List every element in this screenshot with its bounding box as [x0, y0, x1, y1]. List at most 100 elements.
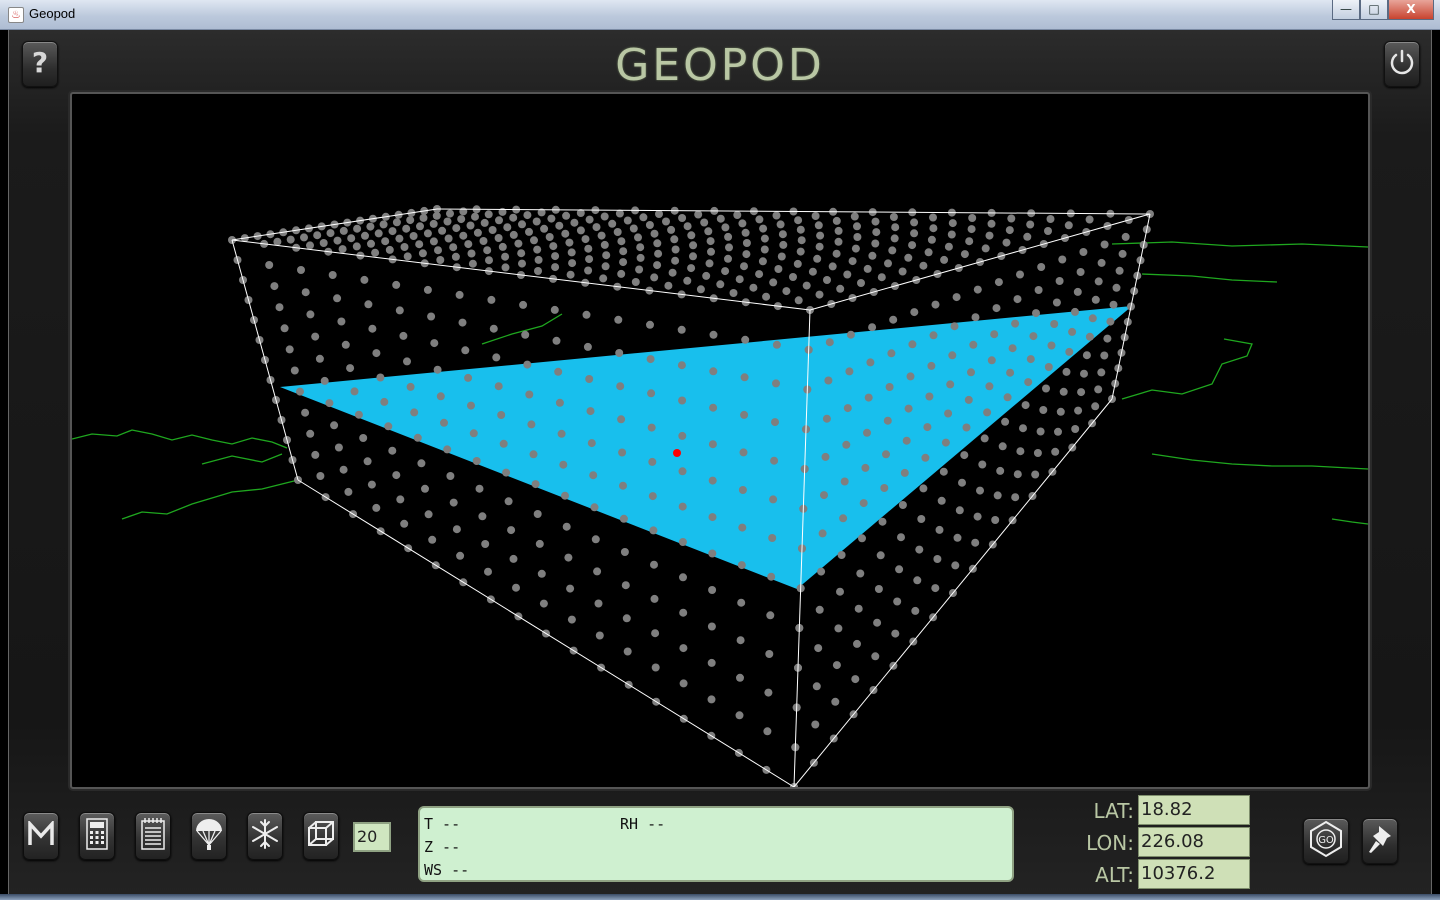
grid-point [631, 278, 640, 286]
grid-point [306, 241, 314, 250]
close-button[interactable]: X [1388, 0, 1434, 20]
menu-button[interactable] [23, 812, 59, 860]
lon-label: LON: [1086, 831, 1134, 855]
grid-point [403, 252, 412, 261]
calculator-button[interactable] [79, 812, 115, 860]
grid-point [499, 439, 508, 448]
grid-point [354, 410, 363, 419]
maximize-button[interactable]: □ [1360, 0, 1388, 20]
grid-point [585, 255, 594, 264]
grid-point [456, 551, 465, 560]
grid-point [891, 223, 900, 232]
grid-point [721, 267, 730, 276]
notepad-button[interactable] [135, 812, 171, 860]
grid-point [1058, 255, 1067, 264]
grid-point [1013, 295, 1022, 304]
grid-point [904, 253, 913, 262]
grid-point [585, 375, 594, 383]
grid-point [461, 346, 470, 355]
grid-point [564, 553, 573, 562]
grid-point [906, 372, 915, 381]
grid-point [941, 438, 950, 447]
grid-point [485, 256, 493, 265]
grid-point [518, 259, 526, 268]
power-icon [1388, 48, 1416, 80]
snowflake-icon [249, 818, 281, 854]
grid-point [944, 409, 953, 418]
grid-point [917, 515, 926, 523]
grid-point [947, 230, 956, 239]
grid-point [584, 266, 593, 275]
grid-point [1073, 287, 1082, 296]
3d-viewport[interactable] [70, 92, 1370, 789]
dropsonde-button[interactable] [191, 812, 227, 860]
grid-point [1115, 266, 1124, 275]
grid-point [985, 231, 994, 240]
grid-point [521, 330, 530, 339]
grid-point [910, 308, 919, 317]
level-input[interactable]: 20 [353, 822, 391, 852]
grid-point [868, 251, 877, 260]
lon-field[interactable]: 226.08 [1138, 827, 1250, 857]
pin-button[interactable] [1362, 818, 1398, 864]
grid-point [403, 357, 411, 366]
grid-point [716, 214, 725, 223]
grid-point [280, 324, 289, 333]
grid-point [617, 415, 626, 424]
grid-point [646, 320, 654, 329]
help-button[interactable]: ? [22, 41, 58, 87]
go-button[interactable]: GO [1303, 818, 1349, 864]
grid-point [1071, 307, 1079, 316]
grid-point [1076, 268, 1085, 276]
grid-point [473, 228, 482, 237]
grid-point [724, 254, 732, 263]
grid-point [555, 221, 564, 230]
grid-point [270, 282, 279, 291]
grid-point [678, 431, 687, 440]
grid-point [1094, 385, 1103, 394]
grid-point [678, 214, 687, 222]
grid-point [655, 210, 663, 218]
grid-point [1011, 493, 1020, 502]
grid-point [509, 213, 518, 222]
grid-point [738, 219, 747, 228]
grid-point [962, 423, 971, 432]
grid-point [537, 569, 546, 578]
grid-point [965, 237, 974, 246]
notepad-icon [140, 817, 166, 855]
grid-point [889, 315, 898, 324]
grid-point [973, 285, 982, 294]
scene-canvas[interactable] [72, 94, 1368, 787]
grid-point [749, 283, 758, 292]
grid-point [530, 236, 538, 245]
grid-point [565, 238, 574, 247]
power-button[interactable] [1384, 41, 1420, 87]
grid-point [417, 459, 426, 468]
lat-field[interactable]: 18.82 [1138, 795, 1250, 825]
grid-point [836, 587, 844, 596]
grid-point [876, 551, 885, 560]
grid-point [504, 497, 513, 506]
alt-field[interactable]: 10376.2 [1138, 859, 1250, 889]
grid-point [707, 658, 716, 667]
snow-button[interactable] [247, 812, 283, 860]
grid-point [923, 423, 932, 432]
grid-point [668, 268, 677, 277]
grid-point [648, 457, 657, 466]
grid-point [602, 251, 611, 260]
minimize-button[interactable]: — [1332, 0, 1360, 20]
grid-point [950, 322, 959, 331]
grid-point [740, 262, 748, 271]
window-bottom-edge [0, 894, 1440, 900]
grid-point [311, 332, 320, 341]
grid-point [285, 345, 294, 354]
bounding-box-toggle-button[interactable] [303, 812, 339, 860]
grid-point [1112, 283, 1121, 292]
grid-point [361, 231, 369, 240]
grid-point [484, 567, 492, 576]
grid-point [634, 233, 642, 242]
grid-point [410, 408, 419, 417]
grid-point [777, 252, 786, 261]
grid-point [374, 229, 383, 238]
grid-point [428, 535, 437, 544]
